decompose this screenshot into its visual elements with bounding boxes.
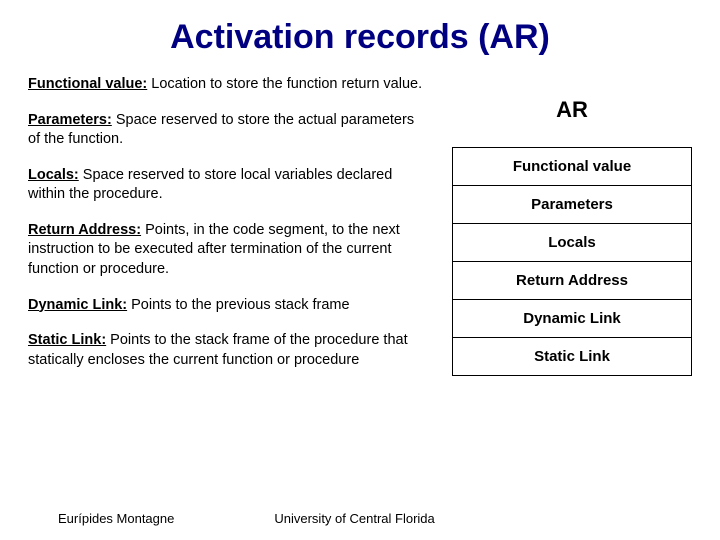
term: Functional value: xyxy=(28,76,147,92)
term: Return Address: xyxy=(28,222,141,238)
ar-cell-dynamic-link: Dynamic Link xyxy=(453,300,691,338)
term: Dynamic Link: xyxy=(28,297,127,313)
definitions-column: Functional value: Location to store the … xyxy=(28,75,428,386)
def-locals: Locals: Space reserved to store local va… xyxy=(28,166,428,205)
definition-text: Location to store the function return va… xyxy=(147,76,422,92)
def-dynamic-link: Dynamic Link: Points to the previous sta… xyxy=(28,296,428,316)
ar-cell-locals: Locals xyxy=(453,224,691,262)
def-functional-value: Functional value: Location to store the … xyxy=(28,75,428,95)
ar-cell-parameters: Parameters xyxy=(453,186,691,224)
diagram-column: AR Functional value Parameters Locals Re… xyxy=(452,75,692,386)
content-area: Functional value: Location to store the … xyxy=(28,75,692,386)
definition-text: Space reserved to store local variables … xyxy=(28,167,392,203)
term: Parameters: xyxy=(28,112,112,128)
footer: Eurípides Montagne University of Central… xyxy=(0,511,720,526)
footer-institution: University of Central Florida xyxy=(174,511,434,526)
def-return-address: Return Address: Points, in the code segm… xyxy=(28,221,428,280)
footer-author: Eurípides Montagne xyxy=(0,511,174,526)
ar-diagram: Functional value Parameters Locals Retur… xyxy=(452,147,692,376)
def-static-link: Static Link: Points to the stack frame o… xyxy=(28,331,428,370)
term: Locals: xyxy=(28,167,79,183)
ar-cell-return-address: Return Address xyxy=(453,262,691,300)
page-title: Activation records (AR) xyxy=(28,18,692,57)
term: Static Link: xyxy=(28,332,106,348)
diagram-heading: AR xyxy=(452,97,692,123)
ar-cell-functional-value: Functional value xyxy=(453,148,691,186)
definition-text: Points to the previous stack frame xyxy=(127,297,349,313)
ar-cell-static-link: Static Link xyxy=(453,338,691,375)
def-parameters: Parameters: Space reserved to store the … xyxy=(28,111,428,150)
